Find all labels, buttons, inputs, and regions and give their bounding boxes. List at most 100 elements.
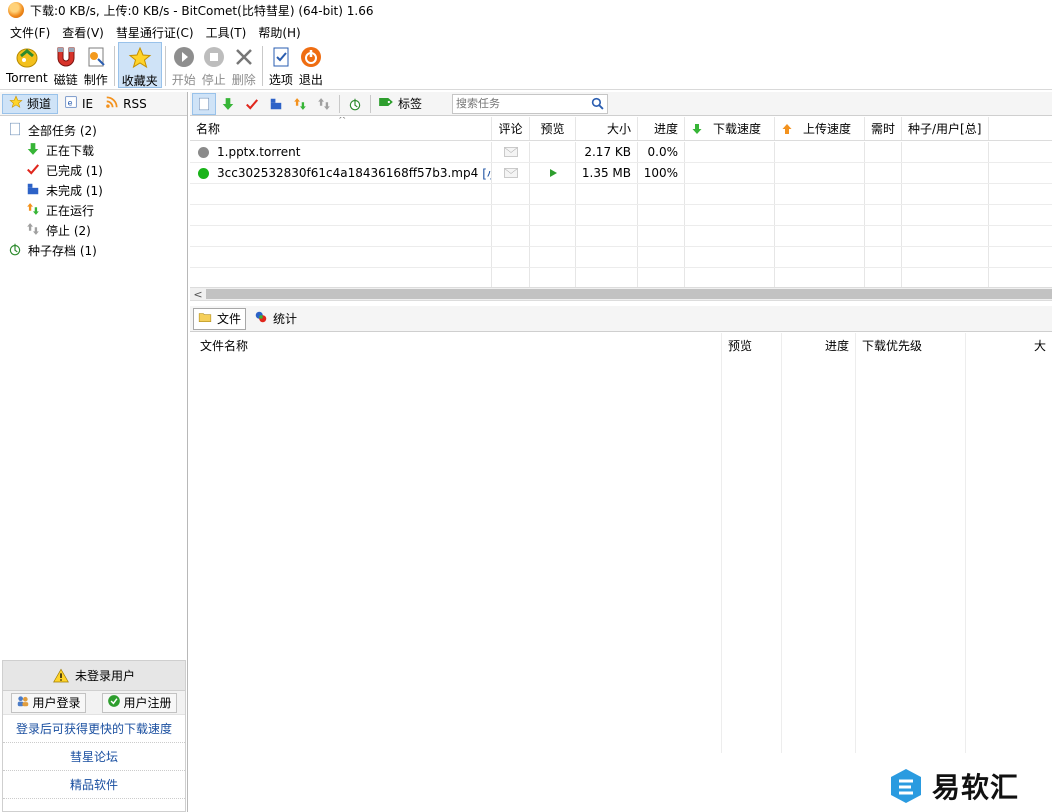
empty-cell bbox=[530, 247, 576, 267]
comment-cell[interactable] bbox=[492, 142, 530, 162]
start-button[interactable]: 开始 bbox=[169, 42, 199, 88]
register-button[interactable]: 用户注册 bbox=[102, 692, 177, 713]
left-tabs: 频道 e IE RSS bbox=[0, 92, 187, 116]
comment-cell[interactable] bbox=[492, 163, 530, 183]
tree-item-all[interactable]: 全部任务 (2) bbox=[0, 120, 187, 140]
make-torrent-button[interactable]: 制作 bbox=[81, 42, 111, 88]
file-column-divider bbox=[782, 333, 856, 753]
filter-completed-button[interactable] bbox=[240, 93, 264, 115]
col-progress[interactable]: 进度 bbox=[638, 117, 685, 140]
tab-statistics[interactable]: 统计 bbox=[250, 308, 301, 330]
tree-item-archive[interactable]: 种子存档 (1) bbox=[0, 240, 187, 260]
task-list-header: ^ 名称 评论 预览 大小 进度 下载速度 上传速度 需时 种子/用户[总] bbox=[190, 117, 1052, 141]
tab-ie[interactable]: e IE bbox=[58, 94, 99, 114]
col-preview[interactable]: 预览 bbox=[530, 117, 576, 140]
preview-cell[interactable] bbox=[530, 163, 576, 183]
document-icon bbox=[8, 122, 22, 139]
star-icon bbox=[9, 95, 23, 112]
bitcomet-app-icon bbox=[8, 2, 24, 18]
task-tree: 全部任务 (2) 正在下载 已完成 (1) 未完成 (1) 正在运行 停止 (2… bbox=[0, 116, 187, 260]
task-name-cell: 1.pptx.torrent bbox=[190, 142, 492, 162]
menu-help[interactable]: 帮助(H) bbox=[252, 24, 306, 41]
table-row[interactable]: 1.pptx.torrent 2.17 KB 0.0% bbox=[190, 142, 1052, 163]
make-torrent-label: 制作 bbox=[83, 73, 108, 87]
tree-item-incomplete[interactable]: 未完成 (1) bbox=[0, 180, 187, 200]
star-icon bbox=[128, 46, 152, 70]
toolbar-separator bbox=[113, 46, 115, 86]
col-upload-speed-label: 上传速度 bbox=[803, 122, 852, 136]
menu-passport[interactable]: 彗星通行证(C) bbox=[110, 24, 200, 41]
filter-running-button[interactable] bbox=[288, 93, 312, 115]
time-left-cell bbox=[865, 142, 902, 162]
tree-item-running[interactable]: 正在运行 bbox=[0, 200, 187, 220]
tab-rss-label: RSS bbox=[123, 96, 147, 111]
tree-item-downloading[interactable]: 正在下载 bbox=[0, 140, 187, 160]
watermark-logo-icon bbox=[891, 769, 921, 803]
empty-cell bbox=[576, 247, 638, 267]
login-button[interactable]: 用户登录 bbox=[11, 692, 86, 713]
empty-cell bbox=[530, 184, 576, 204]
empty-row bbox=[190, 184, 1052, 205]
magnet-icon bbox=[54, 45, 78, 69]
menu-view[interactable]: 查看(V) bbox=[56, 24, 110, 41]
task-list-horizontal-scrollbar[interactable]: < bbox=[190, 287, 1052, 301]
filter-incomplete-button[interactable] bbox=[264, 93, 288, 115]
promo-faster-download-link[interactable]: 登录后可获得更快的下载速度 bbox=[3, 715, 185, 743]
time-left-cell bbox=[865, 163, 902, 183]
menu-tools[interactable]: 工具(T) bbox=[200, 24, 253, 41]
filter-archive-button[interactable] bbox=[343, 93, 367, 115]
col-seeds-peers[interactable]: 种子/用户[总] bbox=[902, 117, 989, 140]
empty-cell bbox=[190, 247, 492, 267]
options-icon bbox=[269, 45, 293, 69]
exit-button[interactable]: 退出 bbox=[296, 42, 326, 88]
empty-cell bbox=[492, 247, 530, 267]
empty-cell bbox=[576, 268, 638, 287]
col-download-speed[interactable]: 下载速度 bbox=[685, 117, 775, 140]
table-row[interactable]: 3cc302532830f61c4a18436168ff57b3.mp4 [小.… bbox=[190, 163, 1052, 184]
stop-button[interactable]: 停止 bbox=[199, 42, 229, 88]
col-file-size[interactable]: 大 bbox=[966, 333, 1052, 357]
promo-forum-link[interactable]: 彗星论坛 bbox=[3, 743, 185, 771]
arrow-up-icon bbox=[782, 123, 792, 134]
tag-button[interactable]: 标签 bbox=[374, 95, 426, 112]
login-status-text: 未登录用户 bbox=[74, 669, 135, 683]
filter-stopped-button[interactable] bbox=[312, 93, 336, 115]
favorites-button[interactable]: 收藏夹 bbox=[117, 42, 162, 88]
favorites-label: 收藏夹 bbox=[121, 74, 158, 88]
torrent-label: Torrent bbox=[6, 71, 48, 85]
delete-button[interactable]: 删除 bbox=[229, 42, 259, 88]
tab-channels-label: 频道 bbox=[27, 97, 52, 111]
torrent-button[interactable]: Torrent bbox=[3, 42, 51, 88]
filter-downloading-button[interactable] bbox=[216, 93, 240, 115]
empty-cell bbox=[638, 268, 685, 287]
magnet-button[interactable]: 磁链 bbox=[51, 42, 81, 88]
col-name[interactable]: 名称 bbox=[190, 117, 492, 140]
col-time-left[interactable]: 需时 bbox=[865, 117, 902, 140]
tab-files[interactable]: 文件 bbox=[193, 307, 247, 330]
filter-all-button[interactable] bbox=[192, 92, 216, 115]
col-upload-speed[interactable]: 上传速度 bbox=[775, 117, 865, 140]
empty-cell bbox=[775, 205, 865, 225]
tab-channels[interactable]: 频道 bbox=[2, 93, 59, 114]
task-search-input[interactable] bbox=[456, 97, 592, 110]
tree-item-completed[interactable]: 已完成 (1) bbox=[0, 160, 187, 180]
tree-item-stopped[interactable]: 停止 (2) bbox=[0, 220, 187, 240]
arrow-down-icon bbox=[692, 123, 702, 134]
menu-file[interactable]: 文件(F) bbox=[4, 24, 56, 41]
start-label: 开始 bbox=[171, 73, 196, 87]
col-comment[interactable]: 评论 bbox=[492, 117, 530, 140]
scrollbar-thumb[interactable] bbox=[206, 289, 1052, 299]
options-button[interactable]: 选项 bbox=[266, 42, 296, 88]
task-tag[interactable]: [小... bbox=[482, 165, 491, 182]
main-toolbar: Torrent 磁链 制作 收藏夹 开始 停止 删除 选项 退出 bbox=[0, 42, 1052, 90]
col-size[interactable]: 大小 bbox=[576, 117, 638, 140]
task-search-box[interactable] bbox=[452, 93, 609, 114]
empty-row bbox=[190, 268, 1052, 287]
exit-label: 退出 bbox=[298, 73, 323, 87]
toolbar-separator bbox=[164, 46, 166, 86]
promo-software-link[interactable]: 精品软件 bbox=[3, 771, 185, 799]
tab-rss[interactable]: RSS bbox=[99, 94, 153, 114]
search-icon[interactable] bbox=[591, 97, 604, 110]
task-progress: 0.0% bbox=[638, 142, 685, 162]
scroll-left-arrow-icon[interactable]: < bbox=[190, 288, 206, 301]
